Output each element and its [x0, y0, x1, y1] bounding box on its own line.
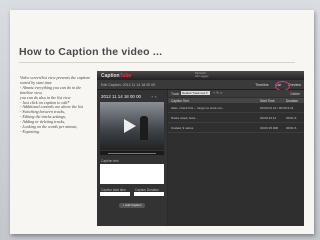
duration-cell: 00:01:3	[286, 126, 297, 130]
caption-editor-screenshot: CaptionTube MoSAIC Alt Logger Edit Capti…	[97, 71, 304, 226]
column-header-text[interactable]: Caption Text	[171, 99, 189, 103]
caption-list-panel: Track Default Track text ▾ + ✎ × Delete …	[168, 90, 304, 226]
logo-text-main: Caption	[101, 72, 120, 79]
video-controls[interactable]	[100, 151, 164, 155]
caption-text-label: Caption text	[101, 159, 119, 163]
delete-button[interactable]: Delete	[290, 92, 300, 96]
start-time-cell: 00:00:12.11	[260, 116, 277, 120]
table-row[interactable]: Allez, check first -- longer to work out…	[168, 104, 304, 113]
start-time-cell: 00:00:01.21 / 00:00:3.21	[260, 106, 294, 110]
duration-cell: 00:01:3	[286, 116, 297, 120]
add-caption-button[interactable]: + Add Caption	[119, 203, 145, 208]
logo-text-sub: Tube	[119, 72, 132, 79]
note-line: - Exporting.	[20, 129, 40, 134]
table-row[interactable]: Hacia usted, feria... 00:00:12.11 00:01:…	[168, 114, 304, 123]
video-frame-figure	[140, 116, 148, 140]
table-header: Caption Text Start Time Duration	[168, 98, 304, 103]
seek-bar[interactable]	[108, 152, 156, 154]
start-time-cell: 00:00:15.000	[260, 126, 279, 130]
video-tools[interactable]: + ×	[151, 94, 157, 99]
breadcrumb: Edit Caption: 2012 11 14 18 00 00	[101, 82, 156, 87]
editor-toolbar: Edit Caption: 2012 11 14 18 00 00 Timeli…	[97, 80, 304, 90]
user-info: MoSAIC Alt Logger	[195, 71, 209, 79]
column-header-start[interactable]: Start Time	[260, 99, 275, 103]
user-line: Alt Logger	[195, 74, 209, 79]
track-label: Track	[171, 91, 180, 96]
slide-notes: Video screen/list view presents the capt…	[20, 76, 90, 135]
track-select[interactable]: Default Track text ▾	[181, 91, 210, 95]
video-title: 2012 11 14 18 00 00	[101, 94, 141, 99]
caption-text-input[interactable]	[100, 164, 164, 184]
track-bar: Track Default Track text ▾ + ✎ × Delete	[168, 90, 304, 97]
slide-title: How to Caption the video ...	[19, 46, 163, 58]
start-time-input[interactable]	[100, 192, 130, 196]
preview-button[interactable]: Preview	[288, 83, 301, 87]
app-logo[interactable]: CaptionTube	[101, 73, 131, 79]
table-row[interactable]: Ciudad, 9 varios 00:00:15.000 00:01:3	[168, 124, 304, 133]
title-divider	[19, 62, 295, 63]
app-header: CaptionTube MoSAIC Alt Logger	[97, 71, 304, 80]
video-player[interactable]	[100, 102, 164, 150]
timeline-view-button[interactable]: Timeline	[255, 83, 268, 87]
video-panel: 2012 11 14 18 00 00 + × Caption text Cap…	[97, 90, 167, 226]
play-icon[interactable]	[124, 119, 136, 133]
column-header-duration[interactable]: Duration	[286, 99, 298, 103]
duration-input[interactable]	[134, 192, 164, 196]
caption-text-cell: Ciudad, 9 varios	[171, 126, 194, 130]
caption-text-cell: Allez, check first -- longer to work out…	[171, 106, 225, 110]
caption-text-cell: Hacia usted, feria...	[171, 116, 198, 120]
track-action-icons[interactable]: + ✎ ×	[213, 91, 222, 95]
